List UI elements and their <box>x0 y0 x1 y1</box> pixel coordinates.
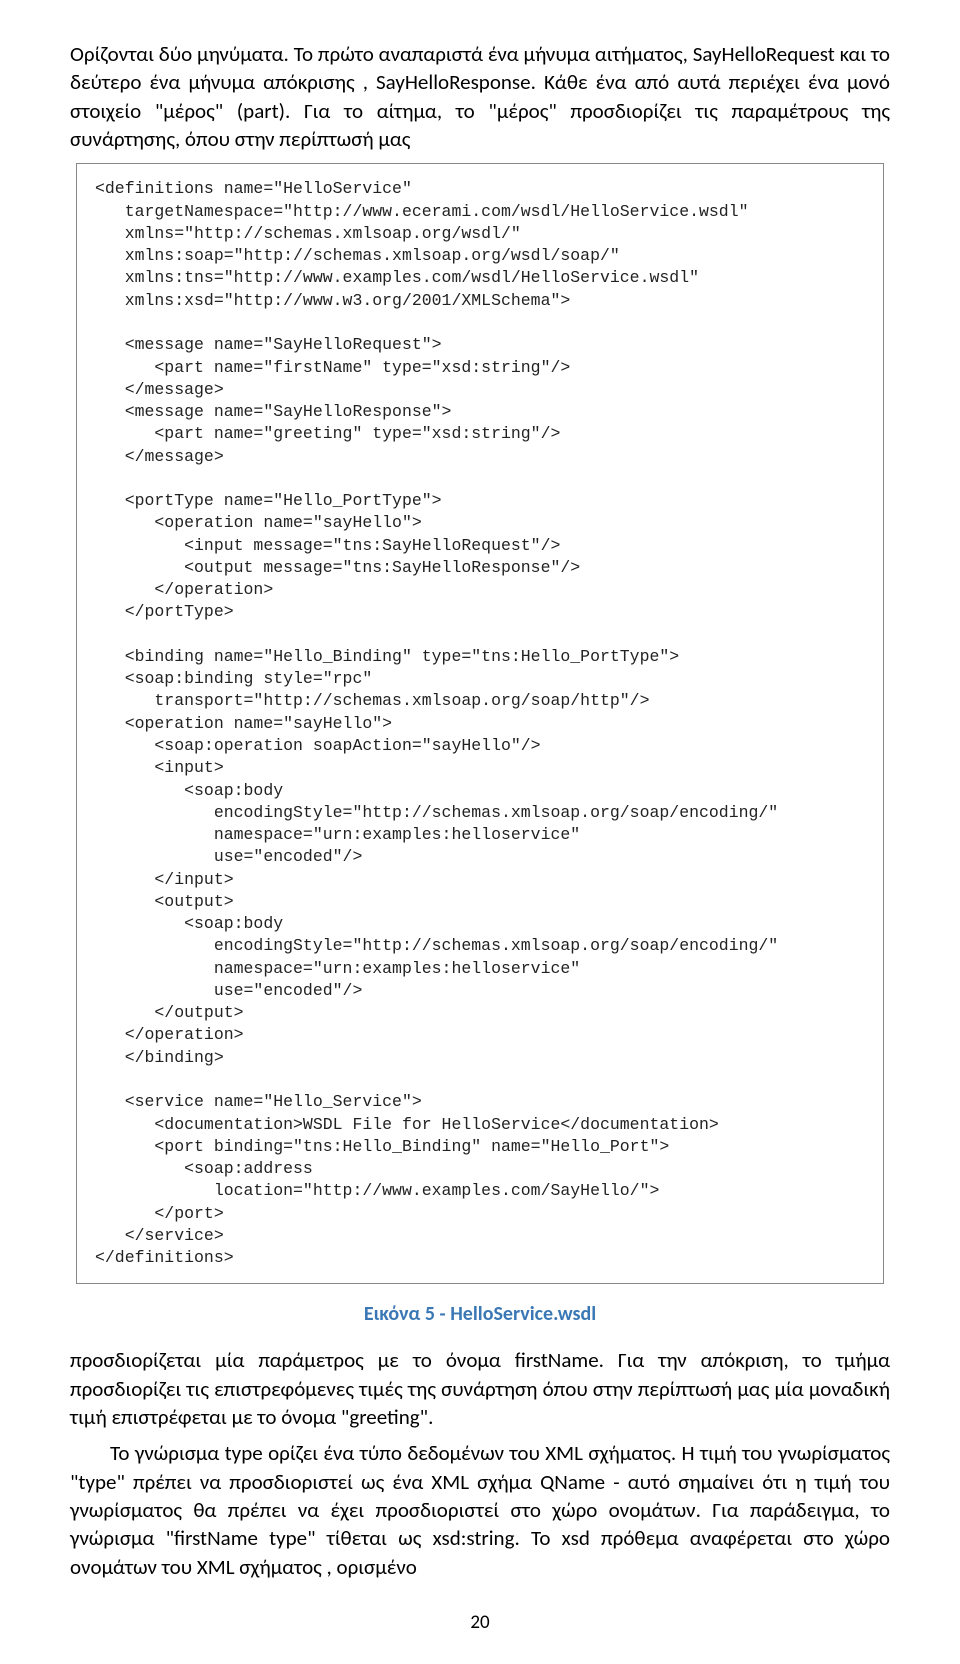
paragraph-intro: Ορίζονται δύο μηνύματα. Το πρώτο αναπαρι… <box>70 40 890 153</box>
page-number: 20 <box>70 1611 890 1634</box>
document-page: Ορίζονται δύο μηνύματα. Το πρώτο αναπαρι… <box>0 0 960 1664</box>
paragraph-after-figure: προσδιορίζεται μία παράμετρος με το όνομ… <box>70 1346 890 1431</box>
paragraph-type-attribute: Το γνώρισμα type ορίζει ένα τύπο δεδομέν… <box>70 1439 890 1581</box>
code-listing-wsdl: <definitions name="HelloService" targetN… <box>76 163 884 1284</box>
figure-caption: Εικόνα 5 - HelloService.wsdl <box>70 1302 890 1326</box>
